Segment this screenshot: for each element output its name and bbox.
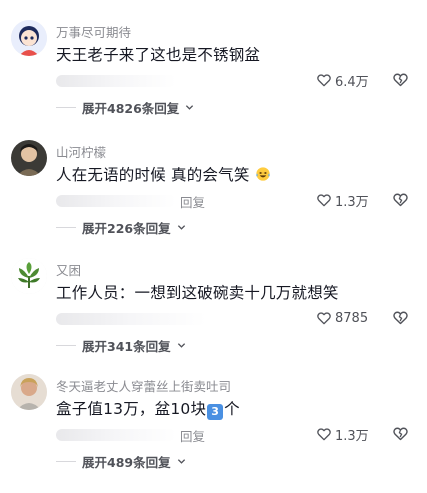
reply-button[interactable]: 回复 — [180, 426, 205, 445]
like-count: 8785 — [335, 310, 369, 326]
chevron-down-icon — [177, 224, 185, 230]
comment-text: 盒子值13万，盆10块 3 个 — [56, 397, 240, 420]
avatar-image — [11, 374, 47, 410]
like-count: 6.4万 — [335, 74, 369, 90]
comment-text-part: 个 — [224, 400, 240, 418]
username[interactable]: 山河柠檬 — [56, 142, 106, 161]
chevron-down-icon — [186, 104, 194, 110]
keycap-digit-emoji-icon: 3 — [207, 404, 224, 420]
comment-item: 冬天逼老丈人穿蕾丝上街卖吐司 盒子值13万，盆10块 3 个 回复 1.3万 展开4… — [0, 374, 427, 493]
chevron-down-icon — [177, 342, 185, 348]
like-button[interactable]: 1.3万 — [316, 424, 369, 444]
avatar-image — [11, 20, 47, 56]
comment-text-content: 人在无语的时候 真的会气笑 — [56, 166, 250, 184]
expand-replies-button[interactable]: 展开226条回复 — [56, 218, 186, 236]
reply-button[interactable]: 回复 — [180, 192, 205, 211]
avatar[interactable] — [11, 258, 47, 294]
like-button[interactable]: 8785 — [316, 308, 368, 328]
avatar[interactable] — [11, 20, 47, 56]
blurred-timestamp — [56, 195, 176, 207]
expand-replies-label: 展开341条回复 — [82, 338, 171, 354]
comment-item: 万事尽可期待 天王老子来了这也是不锈钢盆 6.4万 展开4826条回复 — [0, 20, 427, 139]
divider — [56, 226, 76, 228]
like-button[interactable]: 6.4万 — [316, 70, 369, 90]
username[interactable]: 又困 — [56, 260, 81, 279]
expand-replies-label: 展开4826条回复 — [82, 100, 180, 116]
avatar-image — [11, 258, 47, 294]
blurred-timestamp — [56, 429, 176, 441]
comment-meta — [56, 310, 216, 328]
comment-meta — [56, 72, 216, 90]
heart-outline-icon — [317, 194, 331, 207]
comment-item: 山河柠檬 人在无语的时候 真的会气笑 回复 1.3万 展开226条回复 — [0, 140, 427, 259]
broken-heart-icon — [393, 193, 408, 207]
broken-heart-icon — [393, 311, 408, 325]
comment-text: 工作人员：一想到这破碗卖十几万就想笑 — [56, 284, 339, 302]
chevron-down-icon — [177, 458, 185, 464]
username[interactable]: 冬天逼老丈人穿蕾丝上街卖吐司 — [56, 376, 231, 395]
comment-item: 又困 工作人员：一想到这破碗卖十几万就想笑 8785 展开341条回复 — [0, 258, 427, 377]
expand-replies-button[interactable]: 展开4826条回复 — [56, 98, 194, 116]
dislike-button[interactable] — [392, 71, 409, 92]
heart-outline-icon — [317, 312, 331, 325]
dislike-button[interactable] — [392, 425, 409, 446]
dislike-button[interactable] — [392, 309, 409, 330]
divider — [56, 460, 76, 462]
comment-text: 人在无语的时候 真的会气笑 — [56, 163, 271, 185]
expand-replies-button[interactable]: 展开341条回复 — [56, 336, 186, 354]
broken-heart-icon — [393, 427, 408, 441]
divider — [56, 344, 76, 346]
expand-replies-label: 展开489条回复 — [82, 454, 171, 470]
expand-replies-button[interactable]: 展开489条回复 — [56, 452, 186, 470]
comment-meta: 回复 — [56, 426, 216, 444]
avatar[interactable] — [11, 140, 47, 176]
heart-outline-icon — [317, 428, 331, 441]
blurred-timestamp — [56, 75, 176, 87]
comment-text-part: 盒子值13万，盆10块 — [56, 400, 207, 418]
like-button[interactable]: 1.3万 — [316, 190, 369, 210]
comment-meta: 回复 — [56, 192, 216, 210]
comment-text: 天王老子来了这也是不锈钢盆 — [56, 46, 261, 64]
laughing-tears-emoji-icon — [256, 167, 270, 181]
broken-heart-icon — [393, 73, 408, 87]
dislike-button[interactable] — [392, 191, 409, 212]
like-count: 1.3万 — [335, 428, 369, 444]
divider — [56, 106, 76, 108]
username[interactable]: 万事尽可期待 — [56, 22, 131, 41]
avatar-image — [11, 140, 47, 176]
heart-outline-icon — [317, 74, 331, 87]
like-count: 1.3万 — [335, 194, 369, 210]
blurred-timestamp — [56, 313, 206, 325]
avatar[interactable] — [11, 374, 47, 410]
expand-replies-label: 展开226条回复 — [82, 220, 171, 236]
